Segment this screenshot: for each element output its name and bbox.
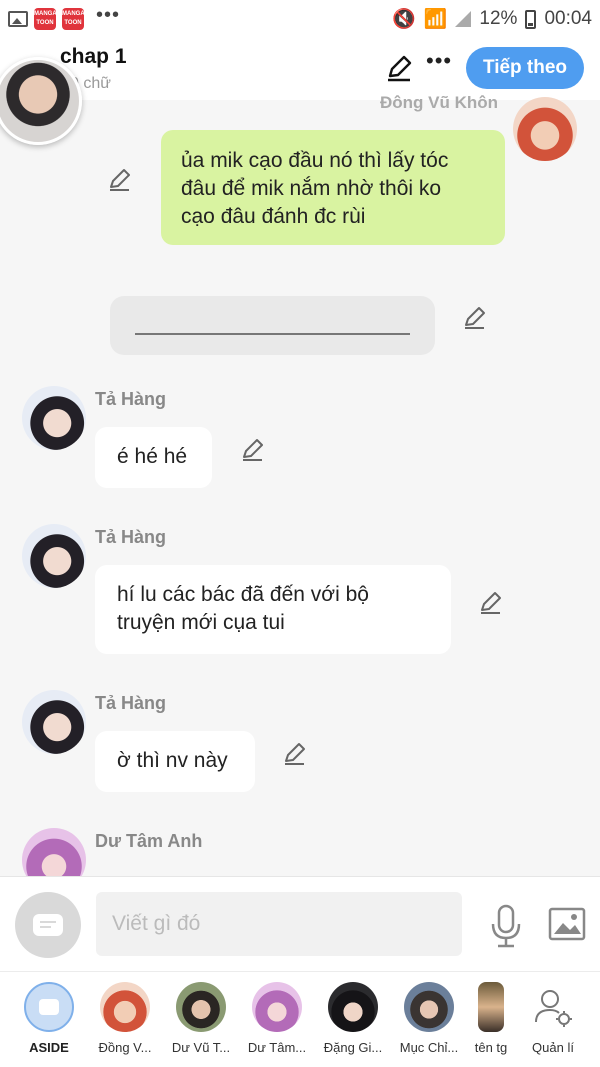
chat-header: chap 1 0 chữ ••• Tiếp theo [0, 38, 600, 100]
message-text: ờ thì nv này [117, 749, 228, 772]
character-tab-aside[interactable]: ASIDE [11, 982, 87, 1055]
signal-icon [455, 11, 472, 27]
sender-name: Tả Hàng [95, 527, 167, 547]
chat-bubble-icon [33, 914, 63, 936]
message-text: é hé hé [117, 445, 188, 468]
character-tab[interactable]: Dư Tâm... [239, 982, 315, 1055]
message-bubble-incoming[interactable]: ờ thì nv này [95, 731, 255, 792]
edit-message-pencil-icon[interactable] [282, 741, 308, 767]
edit-message-pencil-icon[interactable] [478, 590, 504, 616]
next-chapter-button[interactable]: Tiếp theo [466, 47, 584, 89]
character-label: Dư Tâm... [247, 1040, 307, 1055]
message-text: ủa mik cạo đầu nó thì lấy tóc [181, 149, 449, 172]
chapter-title[interactable]: chap 1 [60, 45, 127, 69]
avatar [252, 982, 302, 1032]
author-avatar[interactable] [0, 57, 82, 145]
avatar [176, 982, 226, 1032]
edit-message-pencil-icon[interactable] [107, 167, 133, 193]
character-tab[interactable]: Đặng Gi... [315, 982, 391, 1055]
message-bubble-incoming[interactable]: é hé hé [95, 427, 212, 488]
sender-name: Tả Hàng [95, 693, 167, 713]
aside-toggle-button[interactable] [15, 892, 81, 958]
character-tab[interactable]: tên tg [467, 982, 515, 1055]
narration-line [135, 333, 410, 335]
message-text: hí lu các bác đã đến với bộ [117, 583, 369, 606]
character-label: ASIDE [29, 1040, 69, 1055]
character-label: Dư Vũ T... [171, 1040, 231, 1055]
status-bar: MANGA TOON MANGA TOON ••• 🔇 📶 12% 00:04 [0, 0, 600, 38]
message-bubble-outgoing[interactable]: ủa mik cạo đầu nó thì lấy tóc đâu để mik… [161, 130, 505, 245]
narration-bubble[interactable] [110, 296, 435, 355]
character-label: tên tg [474, 1040, 508, 1055]
character-label: Mục Chỉ... [399, 1040, 459, 1055]
message-text: đâu để mik nắm nhờ thôi ko [181, 177, 442, 200]
message-text: cạo đâu đánh đc rùi [181, 205, 366, 228]
sender-name: Đông Vũ Khôn [380, 93, 499, 112]
aside-icon [24, 982, 74, 1032]
more-options-icon[interactable]: ••• [426, 48, 452, 74]
mangatoon-notification-icon: MANGA TOON [34, 8, 57, 30]
avatar[interactable] [22, 690, 86, 754]
mangatoon-notification-icon: MANGA TOON [62, 8, 85, 30]
battery-icon [525, 9, 537, 29]
character-tab[interactable]: Dư Vũ T... [163, 982, 239, 1055]
avatar[interactable] [513, 97, 577, 161]
composer-bar [0, 876, 600, 971]
avatar [100, 982, 150, 1032]
avatar[interactable] [22, 524, 86, 588]
message-input[interactable] [96, 892, 462, 956]
microphone-icon[interactable] [486, 904, 526, 948]
avatar[interactable] [22, 386, 86, 450]
sender-name: Dư Tâm Anh [95, 831, 203, 851]
edit-message-pencil-icon[interactable] [240, 437, 266, 463]
wifi-icon: 📶 [423, 9, 448, 30]
battery-percent: 12% [479, 8, 518, 29]
message-bubble-incoming[interactable]: hí lu các bác đã đến với bộ truyện mới c… [95, 565, 451, 654]
avatar [328, 982, 378, 1032]
image-picker-icon[interactable] [548, 907, 586, 941]
edit-message-pencil-icon[interactable] [462, 305, 488, 331]
character-bar: ASIDE Đồng V... Dư Vũ T... Dư Tâm... Đặn… [0, 971, 600, 1067]
character-label: Đặng Gi... [323, 1040, 383, 1055]
avatar [478, 982, 504, 1032]
silent-mode-icon: 🔇 [392, 9, 416, 30]
manage-label: Quản lí [532, 1040, 574, 1055]
character-tab[interactable]: Đồng V... [87, 982, 163, 1055]
message-text: truyện mới cụa tui [117, 611, 285, 634]
edit-pencil-icon[interactable] [385, 54, 413, 82]
manage-tab[interactable]: Quản lí [515, 982, 591, 1055]
character-label: Đồng V... [98, 1040, 152, 1055]
more-notifications-icon: ••• [96, 3, 121, 26]
image-notification-icon [8, 11, 28, 27]
clock: 00:04 [544, 8, 592, 29]
sender-name: Tả Hàng [95, 389, 167, 409]
character-tab[interactable]: Mục Chỉ... [391, 982, 467, 1055]
manage-user-icon [535, 990, 572, 1027]
avatar [404, 982, 454, 1032]
